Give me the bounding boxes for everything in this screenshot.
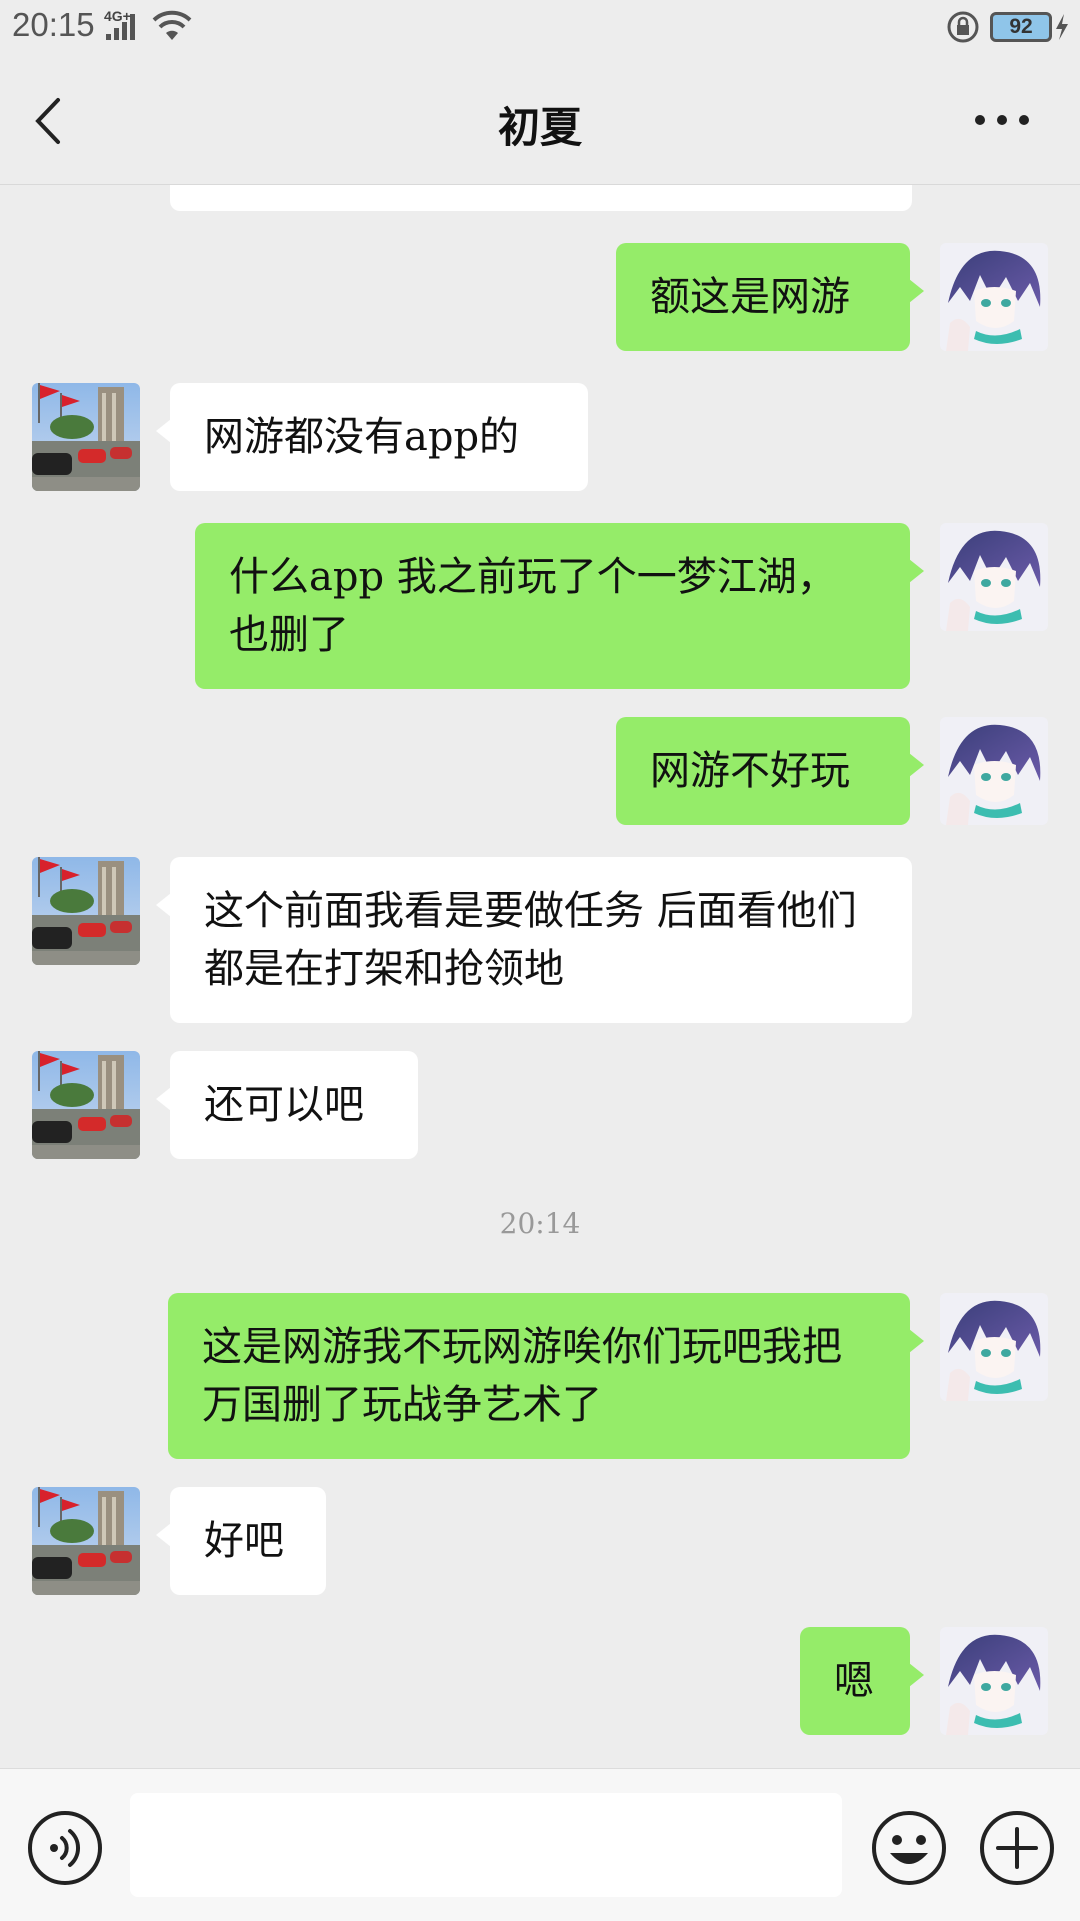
my-avatar[interactable] (940, 523, 1048, 631)
contact-avatar[interactable] (32, 383, 140, 491)
plus-icon (980, 1811, 1054, 1885)
message-bubble-sent[interactable]: 什么app 我之前玩了个一梦江湖，也删了 (195, 523, 924, 689)
message-timestamp: 20:14 (499, 1207, 581, 1240)
battery-icon: 92 (990, 12, 1052, 42)
message-bubble-received[interactable]: 还可以吧 (156, 1051, 418, 1159)
my-avatar[interactable] (940, 243, 1048, 351)
my-avatar[interactable] (940, 717, 1048, 825)
rotation-lock-icon (946, 10, 980, 44)
message-list[interactable]: 额这是网游 网游都没有app的 什么app 我之前玩了个一梦江湖，也删了 网游不… (0, 185, 1080, 1768)
partial-message-bubble (170, 185, 912, 211)
message-bubble-received[interactable]: 网游都没有app的 (156, 383, 588, 491)
my-avatar[interactable] (940, 1627, 1048, 1735)
network-type: 4G+ (104, 8, 131, 24)
more-dots-icon (975, 115, 1029, 125)
message-bubble-received[interactable]: 这个前面我看是要做任务 后面看他们都是在打架和抢领地 (156, 857, 912, 1023)
message-bubble-sent[interactable]: 嗯 (800, 1627, 924, 1735)
message-bubble-received[interactable]: 好吧 (156, 1487, 326, 1595)
chat-title: 初夏 (497, 103, 582, 152)
input-bar (0, 1768, 1080, 1921)
contact-avatar[interactable] (32, 1487, 140, 1595)
my-avatar[interactable] (940, 1293, 1048, 1401)
status-bar: 20:15 4G+ 92 (0, 0, 1080, 56)
emoji-button[interactable] (870, 1809, 948, 1887)
voice-button[interactable] (26, 1809, 104, 1887)
wifi-icon (152, 10, 192, 42)
cellular-signal-icon: 4G+ (104, 8, 144, 42)
message-bubble-sent[interactable]: 额这是网游 (616, 243, 924, 351)
voice-icon (28, 1811, 102, 1885)
contact-avatar[interactable] (32, 857, 140, 965)
charging-icon (1054, 12, 1070, 42)
message-bubble-sent[interactable]: 网游不好玩 (616, 717, 924, 825)
status-time: 20:15 (12, 6, 95, 43)
more-button[interactable] (972, 108, 1032, 132)
battery-level: 92 (1009, 15, 1033, 38)
message-input[interactable] (130, 1793, 842, 1897)
emoji-icon (872, 1811, 946, 1885)
contact-avatar[interactable] (32, 1051, 140, 1159)
message-bubble-sent[interactable]: 这是网游我不玩网游唉你们玩吧我把万国删了玩战争艺术了 (168, 1293, 924, 1459)
more-actions-button[interactable] (978, 1809, 1056, 1887)
chat-header: 初夏 (0, 56, 1080, 185)
